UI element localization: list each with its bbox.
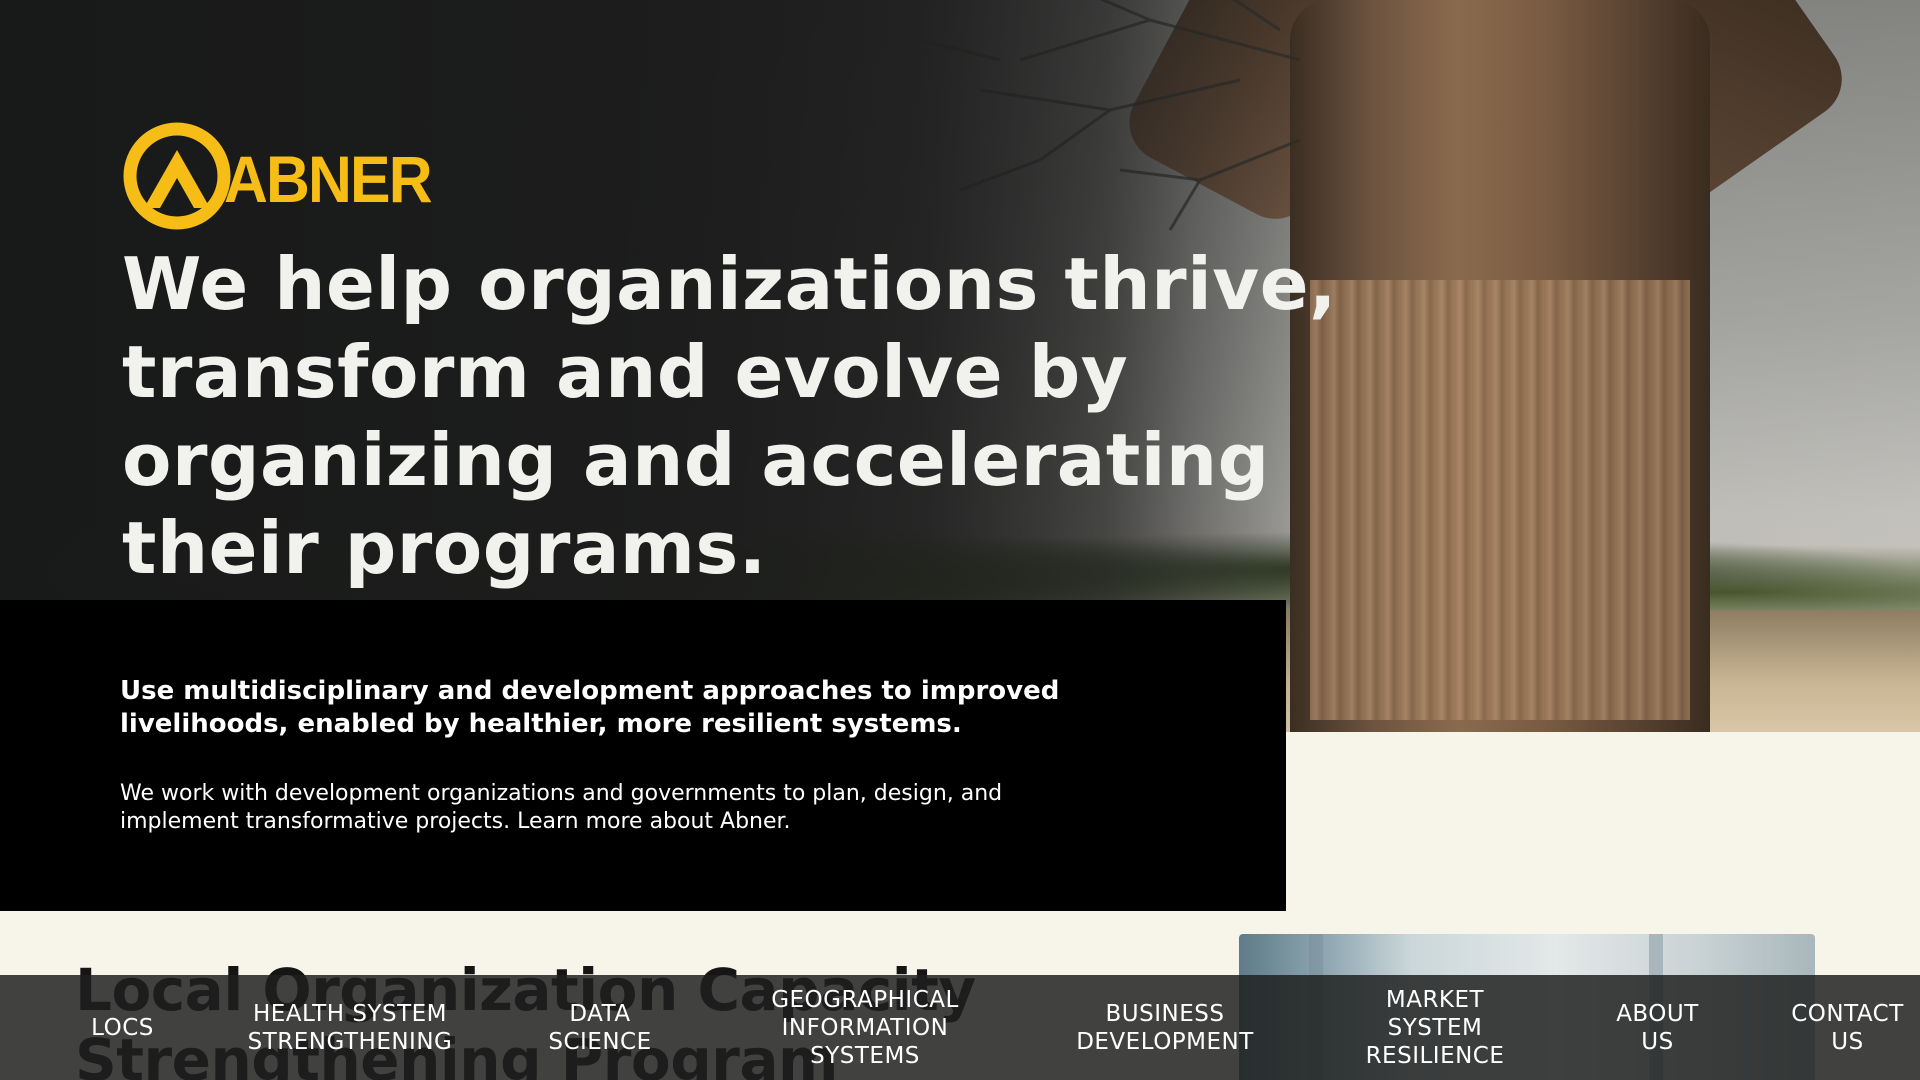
nav-item-locs[interactable]: LOCS (70, 975, 175, 1080)
abner-logo-mark-icon (123, 122, 231, 230)
nav-item-market-system-resilience[interactable]: MARKET SYSTEM RESILIENCE (1350, 975, 1520, 1080)
nav-item-geographical-information-systems[interactable]: GEOGRAPHICAL INFORMATION SYSTEMS (755, 975, 975, 1080)
intro-body-text: We work with development organizations a… (120, 781, 1003, 834)
intro-panel: Use multidisciplinary and development ap… (0, 600, 1286, 911)
nav-item-contact-us[interactable]: CONTACT US (1785, 975, 1910, 1080)
nav-item-data-science[interactable]: DATA SCIENCE (530, 975, 670, 1080)
nav-item-health-system-strengthening[interactable]: HEALTH SYSTEM STRENGTHENING (235, 975, 465, 1080)
abner-logo[interactable]: ABNER (122, 120, 449, 232)
bottom-navigation-bar: LOCS HEALTH SYSTEM STRENGTHENING DATA SC… (0, 975, 1920, 1080)
nav-item-about-us[interactable]: ABOUT US (1600, 975, 1715, 1080)
hero-headline: We help organizations thrive, transform … (122, 242, 1337, 590)
abner-logo-text: ABNER (224, 142, 433, 216)
intro-lead-text: Use multidisciplinary and development ap… (120, 676, 1060, 739)
nav-item-business-development[interactable]: BUSINESS DEVELOPMENT (1060, 975, 1270, 1080)
